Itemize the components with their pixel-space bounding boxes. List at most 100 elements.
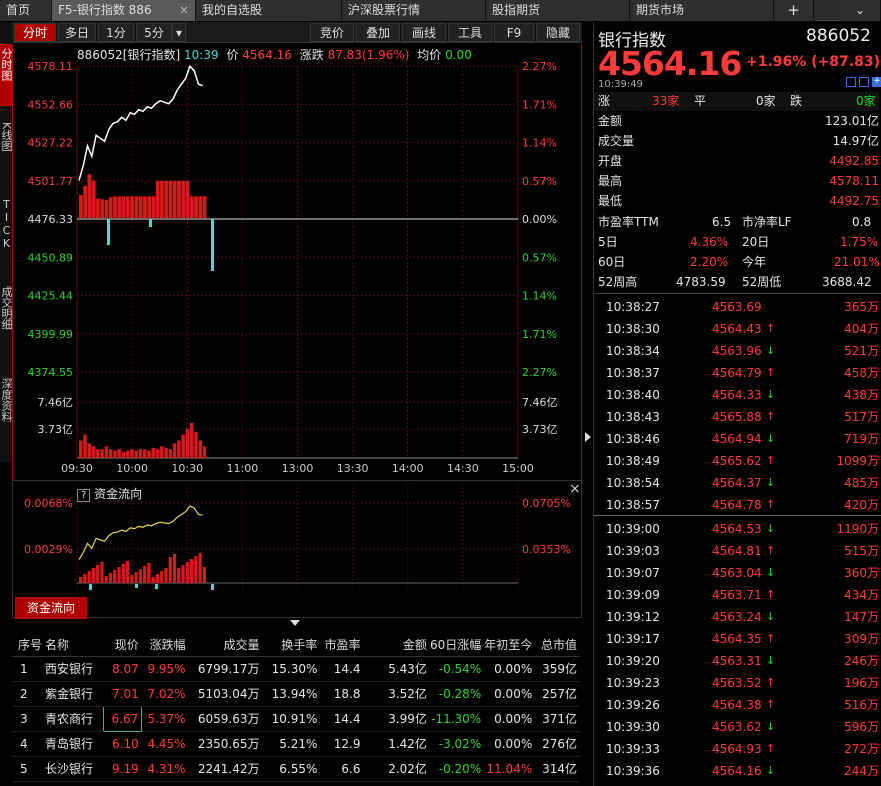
cell-pct: 9.95% [141, 656, 189, 682]
x-tick-label: 13:30 [337, 462, 369, 475]
col-volume[interactable]: 成交量 [188, 634, 263, 657]
intraday-chart[interactable]: 886052[银行指数] 10:39 价 4564.16 涨跌 87.83(1.… [12, 44, 582, 480]
tick-price: 4564.33 [712, 388, 762, 402]
cell-no: 1 [12, 656, 46, 682]
flow-bar [168, 180, 173, 218]
btn-tools[interactable]: 工具 [448, 23, 492, 42]
tab-a-share-quotes[interactable]: 沪深股票行情 [342, 0, 486, 21]
volume-bar [202, 446, 207, 458]
col-ytd[interactable]: 年初至今 [484, 634, 536, 657]
col-name[interactable]: 名称 [45, 634, 104, 657]
tab-futures-market[interactable]: 期货市场 [630, 0, 774, 21]
nav-profile[interactable]: 深度资料 [0, 378, 13, 454]
tick-row: 10:39:09 4563.71 ↑ 434万 [594, 584, 879, 606]
return-5-20-row: 5日 4.36% 20日 1.75% [594, 233, 879, 252]
chevron-down-icon[interactable]: ⌄ [840, 0, 881, 21]
arrow-down-icon: ↓ [766, 476, 776, 489]
col-pe[interactable]: 市盈率 [320, 634, 364, 657]
tick-price: 4564.38 [712, 698, 762, 712]
tab-home[interactable]: 首页 [0, 0, 52, 21]
lock-icon[interactable] [859, 77, 869, 87]
y-right-tick-label: 1.71% [522, 98, 557, 111]
btn-draw-line[interactable]: 画线 [402, 23, 446, 42]
add-tab-icon[interactable]: + [774, 0, 814, 21]
col-turnover[interactable]: 换手率 [262, 634, 321, 657]
table-row[interactable]: 4 青岛银行 6.10 4.45% 2350.65万 5.21% 12.9 1.42亿 -3.0… [12, 731, 580, 757]
flow-bar [121, 564, 125, 583]
d20-label: 20日 [742, 235, 770, 249]
btn-auction[interactable]: 竞价 [310, 23, 354, 42]
btn-overlay[interactable]: 叠加 [356, 23, 400, 42]
tick-row: 10:39:12 4563.24 ↓ 147万 [594, 606, 879, 628]
cell-amount: 3.99亿 [363, 706, 430, 732]
col-no[interactable]: 序号 [12, 634, 46, 657]
table-row[interactable]: 3 青农商行 6.67 5.37% 6059.63万 10.91% 14.4 3.99亿 -11… [12, 705, 580, 732]
left-nav: 分时图 K线图 TICK 成交明细 深度资料 [0, 22, 13, 462]
flow-bar [172, 180, 177, 218]
cell-turnover: 6.55% [262, 756, 321, 782]
flow-bar [202, 196, 207, 218]
close-icon[interactable]: × [179, 0, 189, 21]
tab-bank-index[interactable]: F5-银行指数 886 × [52, 0, 196, 21]
x-tick-label: 10:30 [171, 462, 203, 475]
table-row[interactable]: 2 紫金银行 7.01 7.02% 5103.04万 13.94% 18.8 3.52亿 -0.… [12, 681, 580, 707]
volume-bar [87, 443, 91, 458]
tick-volume: 365万 [844, 300, 879, 314]
table-row[interactable]: 1 西安银行 8.07 9.95% 6799.17万 15.30% 14.4 5.43亿 -0.… [12, 656, 580, 682]
cell-price: 8.07 [103, 656, 142, 682]
tab-fund-flow[interactable]: 资金流向 [15, 597, 87, 619]
flow-bar [87, 571, 91, 583]
tick-price: 4563.96 [712, 344, 762, 358]
col-cap[interactable]: 总市值 [535, 634, 580, 657]
btn-1min[interactable]: 1分 [98, 23, 134, 42]
flow-bar [202, 567, 206, 583]
add-icon[interactable]: + [872, 77, 881, 87]
tick-volume: 485万 [844, 476, 879, 490]
fund-flow-header: ? 资金流向 [77, 485, 142, 502]
btn-f9[interactable]: F9 [494, 23, 534, 42]
btn-hide[interactable]: 隐藏 [536, 23, 580, 42]
col-price[interactable]: 现价 [103, 634, 142, 657]
col-pct[interactable]: 涨跌幅 [141, 634, 189, 657]
tick-price: 4564.53 [712, 522, 762, 536]
flow-tick-label: 0.0705% [522, 497, 571, 510]
tab-watchlist[interactable]: 我的自选股 [196, 0, 342, 21]
y-right-tick-label: 1.14% [522, 137, 557, 150]
tick-volume: 458万 [844, 366, 879, 380]
constituents-table: 序号 名称 现价 涨跌幅 成交量 换手率 市盈率 金额 60日涨幅 年初至今 总… [12, 634, 582, 782]
cell-price: 6.10 [103, 731, 142, 757]
nav-kline[interactable]: K线图 [0, 122, 13, 182]
volume-tick-label: 3.73亿 [522, 423, 558, 436]
collapse-arrow-icon[interactable] [290, 620, 300, 626]
help-icon[interactable]: ? [77, 489, 91, 502]
flow-bar [125, 561, 130, 583]
x-tick-label: 10:00 [116, 462, 148, 475]
col-amount[interactable]: 金额 [363, 634, 430, 657]
btn-5min[interactable]: 5分 [136, 23, 172, 42]
expand-arrow-icon[interactable] [585, 432, 591, 442]
tab-index-futures[interactable]: 股指期货 [486, 0, 630, 21]
w52h-value: 4783.59 [676, 275, 726, 289]
table-row[interactable]: 5 长沙银行 9.19 4.31% 2241.42万 6.55% 6.6 2.02亿 -0.20… [12, 756, 580, 782]
dropdown-icon[interactable]: ▾ [172, 23, 186, 42]
tab-bar: 首页 F5-银行指数 886 × 我的自选股 沪深股票行情 股指期货 期货市场 +… [0, 0, 881, 21]
tick-volume: 438万 [844, 388, 879, 402]
arrow-down-icon: ↓ [766, 764, 776, 777]
price-chart-svg[interactable]: 09:30 10:00 10:30 11:00 13:00 13:30 14:00 14:30… [13, 44, 581, 480]
nav-intraday[interactable]: 分时图 [0, 44, 13, 106]
close-icon[interactable]: × [569, 481, 581, 497]
flow-bar [189, 196, 194, 218]
flow-bar-negative [155, 584, 158, 589]
col-60d[interactable]: 60日涨幅 [429, 634, 485, 657]
tick-time: 10:39:17 [606, 632, 660, 646]
w52h-label: 52周高 [598, 275, 638, 289]
flow-bar [138, 569, 142, 583]
volume-tick-label: 7.46亿 [38, 396, 74, 409]
nav-trade-details[interactable]: 成交明细 [0, 286, 13, 362]
stat-row: 金额 123.01亿 [594, 112, 879, 131]
cell-no: 3 [12, 706, 46, 732]
nav-tick[interactable]: TICK [0, 198, 13, 270]
edit-icon[interactable] [846, 77, 856, 87]
btn-intraday[interactable]: 分时 [14, 23, 56, 42]
btn-multi-day[interactable]: 多日 [58, 23, 96, 42]
